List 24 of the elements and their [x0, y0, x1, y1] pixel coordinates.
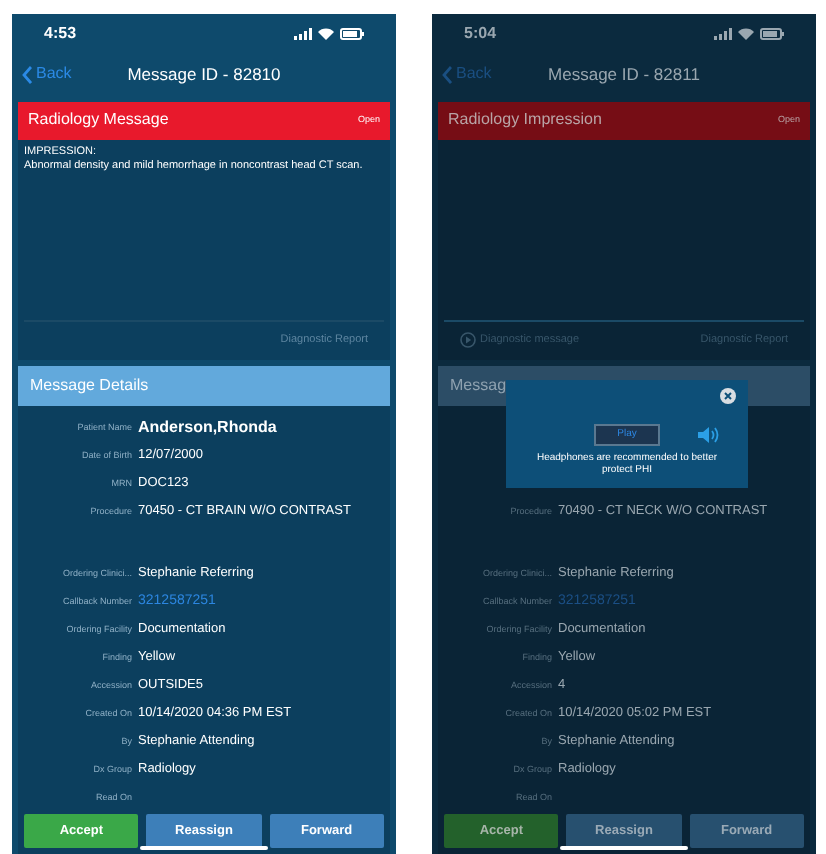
home-indicator: [560, 846, 688, 850]
screen-title: Message ID - 82811: [548, 62, 700, 88]
home-indicator: [140, 846, 268, 850]
signal-icon: [714, 27, 732, 40]
wifi-icon: [738, 27, 754, 40]
battery-icon: [760, 27, 784, 40]
speaker-icon: [698, 426, 720, 444]
back-button[interactable]: Back: [22, 62, 72, 87]
chevron-left-icon: [442, 65, 452, 84]
signal-icon: [294, 27, 312, 40]
details-title: Messag: [450, 373, 507, 398]
battery-icon: [340, 27, 364, 40]
back-button[interactable]: Back: [442, 62, 492, 87]
play-circle-icon: [460, 332, 476, 349]
header-title: Radiology Message: [28, 108, 169, 133]
chevron-left-icon: [22, 65, 32, 84]
status-time: 5:04: [464, 21, 497, 46]
header-title: Radiology Impression: [448, 108, 602, 133]
screen-title: Message ID - 82810: [127, 62, 281, 88]
details-title: Message Details: [30, 373, 149, 398]
field-value: Anderson,Rhonda: [138, 415, 277, 440]
wifi-icon: [318, 27, 334, 40]
status-time: 4:53: [44, 21, 77, 46]
close-icon[interactable]: [720, 388, 736, 404]
